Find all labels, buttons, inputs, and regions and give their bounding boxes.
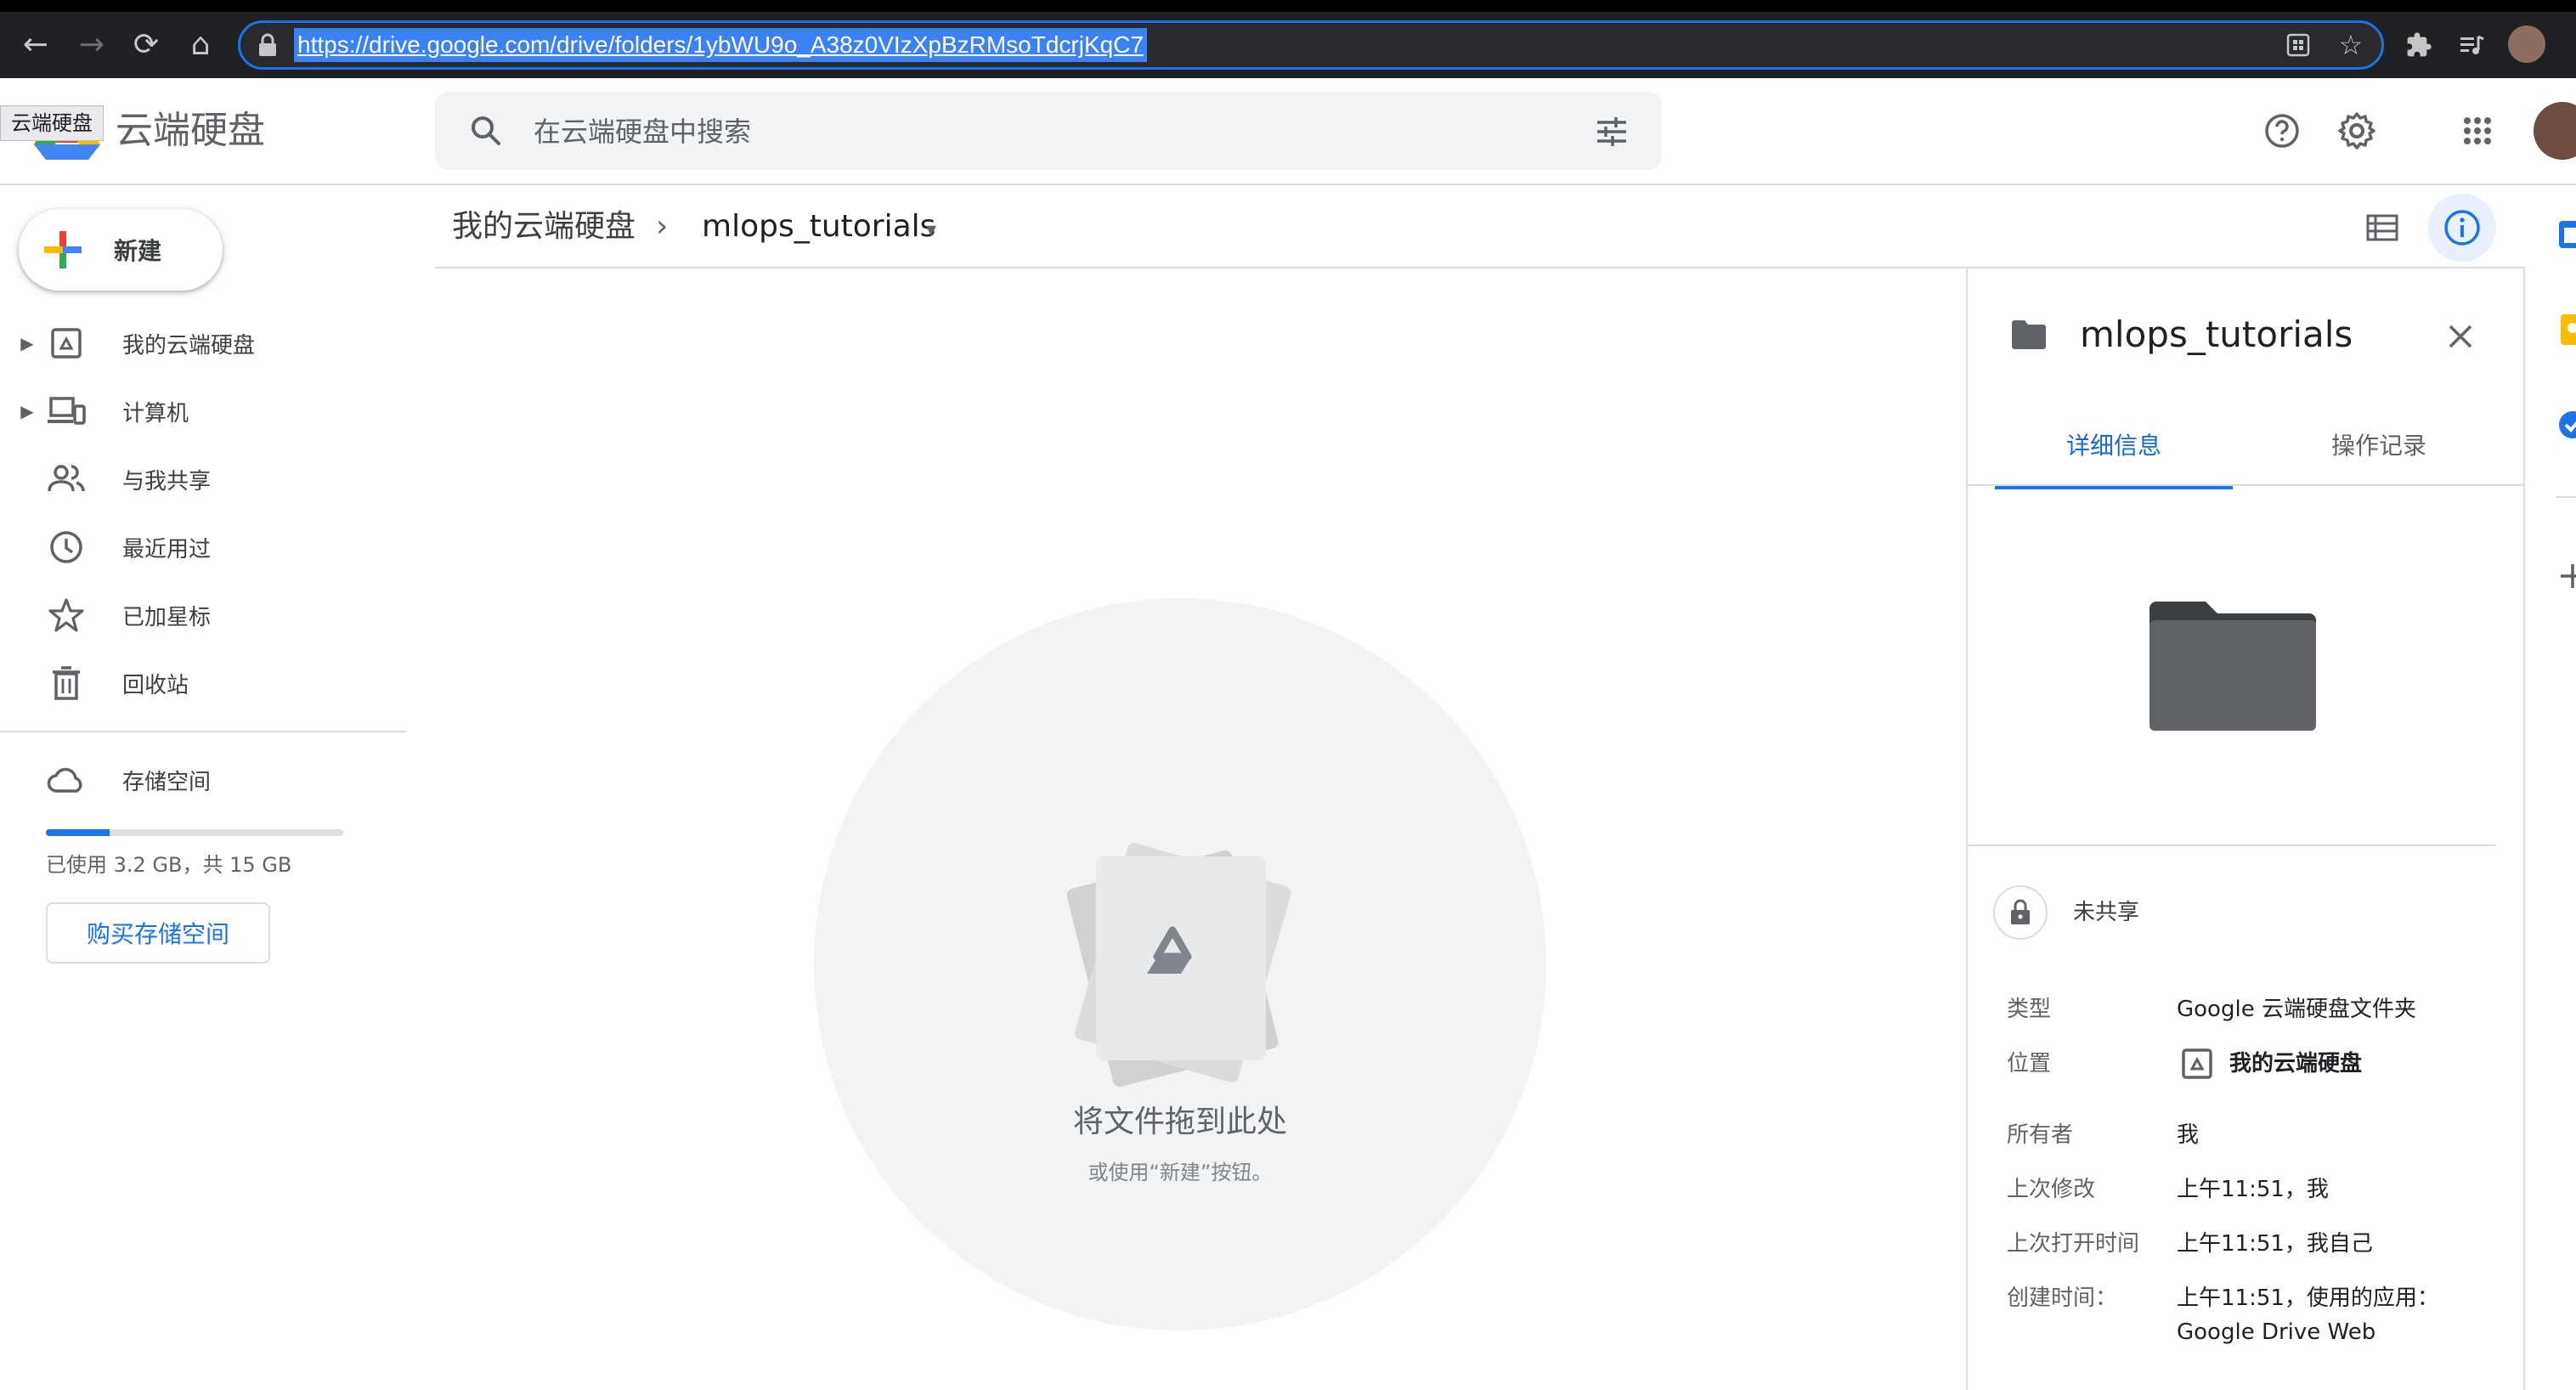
prop-modified-key: 上次修改 <box>2007 1177 2096 1202</box>
computers-icon <box>46 391 87 432</box>
storage-progress-fill <box>46 829 110 836</box>
sidebar-item-storage[interactable]: 存储空间 <box>0 746 408 814</box>
sidebar-item-my-drive[interactable]: ▶ 我的云端硬盘 <box>0 309 408 377</box>
media-queue-icon[interactable] <box>2450 24 2493 66</box>
prop-opened-value: 上午11:51，我自己 <box>2177 1231 2373 1257</box>
sidebar-item-label: 我的云端硬盘 <box>122 332 256 359</box>
sharing-lock-icon <box>1993 885 2048 940</box>
settings-gear-icon[interactable] <box>2333 107 2381 155</box>
sidebar-item-label: 回收站 <box>122 672 189 698</box>
calendar-icon[interactable] <box>2556 218 2576 251</box>
reload-icon[interactable]: ⟳ <box>124 22 168 66</box>
empty-state-title: 将文件拖到此处 <box>1072 1105 1287 1139</box>
empty-state-subtitle: 或使用“新建”按钮。 <box>1087 1161 1273 1184</box>
clock-icon <box>46 527 87 568</box>
prop-modified-value: 上午11:51，我 <box>2177 1177 2329 1202</box>
tab-details[interactable]: 详细信息 <box>1995 425 2233 489</box>
back-icon[interactable]: ← <box>14 22 58 66</box>
forward-icon[interactable]: → <box>70 22 114 66</box>
prop-owner-key: 所有者 <box>2007 1122 2074 1148</box>
search-icon[interactable] <box>466 110 506 151</box>
apps-grid-icon[interactable] <box>2454 107 2501 155</box>
logo-tooltip: 云端硬盘 <box>0 105 104 141</box>
add-addon-icon[interactable] <box>2556 559 2576 593</box>
storage-progress-bar <box>46 829 343 836</box>
tab-activity[interactable]: 操作记录 <box>2260 425 2498 484</box>
prop-created-value: 上午11:51，使用的应用： <box>2177 1285 2439 1311</box>
sidebar-divider <box>0 731 406 732</box>
tasks-icon[interactable] <box>2556 408 2576 442</box>
sidebar-item-starred[interactable]: 已加星标 <box>0 581 408 649</box>
drive-icon <box>2180 1047 2214 1081</box>
storage-label: 存储空间 <box>122 769 212 795</box>
details-divider <box>1968 845 2496 846</box>
prop-type-value: Google 云端硬盘文件夹 <box>2177 997 2416 1022</box>
drive-icon <box>46 323 87 364</box>
sidebar-item-label: 与我共享 <box>122 468 212 494</box>
search-input[interactable] <box>532 107 1555 156</box>
prop-location-key: 位置 <box>2007 1051 2052 1076</box>
browser-tab-strip <box>0 0 2576 12</box>
sidebar-item-shared[interactable]: 与我共享 <box>0 445 408 513</box>
side-apps-rail <box>2525 185 2576 1390</box>
cloud-icon <box>46 760 87 800</box>
rail-divider <box>2556 496 2576 498</box>
prop-created-app: Google Drive Web <box>2177 1319 2376 1345</box>
lock-icon[interactable] <box>257 32 279 58</box>
app-install-icon[interactable] <box>2277 24 2319 66</box>
folder-icon <box>2008 314 2049 355</box>
home-icon[interactable]: ⌂ <box>178 22 223 66</box>
prop-location-value[interactable]: 我的云端硬盘 <box>2229 1047 2362 1081</box>
new-button-label: 新建 <box>114 237 162 265</box>
expand-arrow-icon[interactable]: ▶ <box>15 333 39 353</box>
breadcrumb-current-folder[interactable]: mlops_tutorials <box>702 206 935 248</box>
storage-usage-text: 已使用 3.2 GB，共 15 GB <box>46 853 292 877</box>
close-icon[interactable] <box>2438 314 2483 359</box>
details-title: mlops_tutorials <box>2080 314 2353 355</box>
help-icon[interactable] <box>2258 107 2306 155</box>
prop-opened-key: 上次打开时间 <box>2007 1231 2140 1257</box>
new-button[interactable]: 新建 <box>19 209 223 291</box>
share-status: 未共享 <box>2073 900 2140 925</box>
trash-icon <box>46 663 87 703</box>
tabs-divider <box>1968 484 2523 486</box>
sidebar-item-computers[interactable]: ▶ 计算机 <box>0 377 408 445</box>
breadcrumb-root[interactable]: 我的云端硬盘 <box>452 206 636 248</box>
expand-arrow-icon[interactable]: ▶ <box>15 401 39 421</box>
sidebar-item-recent[interactable]: 最近用过 <box>0 513 408 581</box>
list-view-icon[interactable] <box>2359 204 2406 251</box>
info-icon[interactable] <box>2428 194 2496 262</box>
extensions-icon[interactable] <box>2398 24 2440 66</box>
folder-preview-icon <box>2149 602 2316 731</box>
sidebar-item-label: 已加星标 <box>122 604 212 630</box>
profile-avatar[interactable] <box>2508 25 2545 63</box>
buy-storage-button[interactable]: 购买存储空间 <box>46 902 270 963</box>
folder-dropdown-icon[interactable]: ▾ <box>926 212 936 246</box>
sidebar-item-label: 最近用过 <box>122 536 212 562</box>
url-text[interactable]: https://drive.google.com/drive/folders/1… <box>294 28 1147 62</box>
plus-icon <box>44 231 82 268</box>
star-icon <box>46 595 87 636</box>
sidebar-item-label: 计算机 <box>122 400 189 427</box>
keep-icon[interactable] <box>2556 313 2576 347</box>
sidebar-item-trash[interactable]: 回收站 <box>0 649 408 717</box>
search-options-icon[interactable] <box>1590 110 1633 153</box>
app-name: 云端硬盘 <box>116 109 265 152</box>
prop-created-key: 创建时间： <box>2007 1285 2118 1311</box>
shared-people-icon <box>46 459 87 500</box>
drop-files-illustration <box>1054 833 1291 1088</box>
breadcrumb-chevron-icon: › <box>656 209 669 244</box>
prop-owner-value: 我 <box>2177 1122 2200 1148</box>
prop-type-key: 类型 <box>2007 997 2052 1022</box>
bookmark-star-icon[interactable]: ☆ <box>2330 24 2372 66</box>
